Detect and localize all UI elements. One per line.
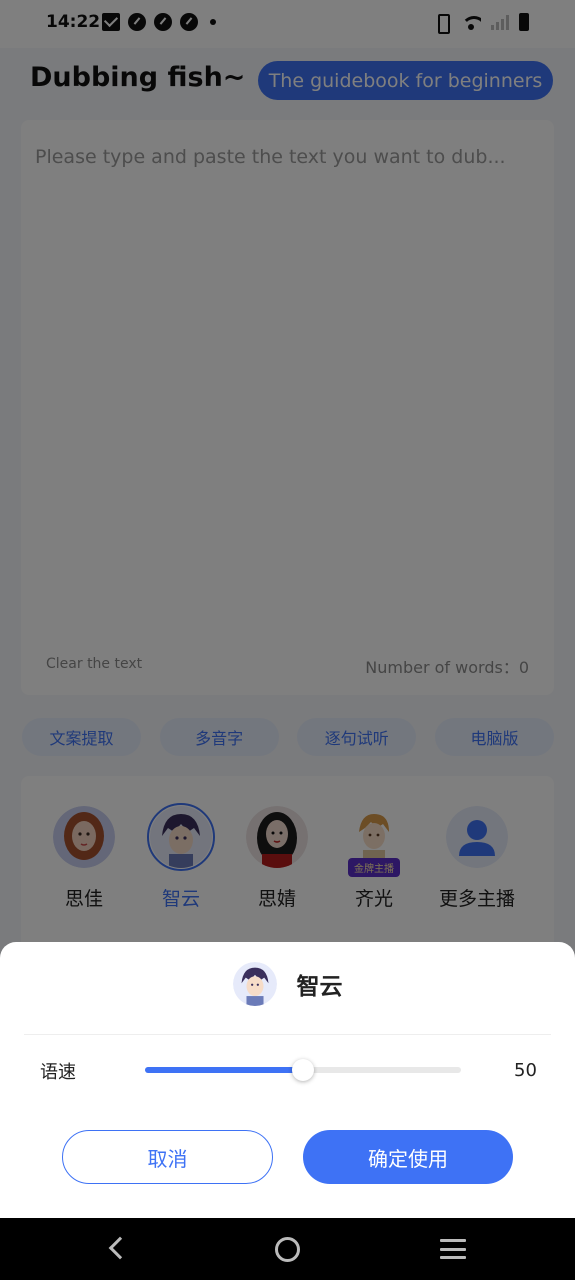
slider-thumb[interactable] xyxy=(292,1059,314,1081)
navigation-bar xyxy=(0,1218,575,1280)
speed-label: 语速 xyxy=(40,1062,76,1083)
menu-icon[interactable] xyxy=(440,1239,466,1259)
cancel-button[interactable]: 取消 xyxy=(62,1130,273,1184)
confirm-button[interactable]: 确定使用 xyxy=(303,1130,513,1184)
sheet-header: 智云 xyxy=(0,962,575,1006)
sheet-voice-name: 智云 xyxy=(296,974,343,1000)
speed-value: 50 xyxy=(514,1060,537,1081)
home-icon[interactable] xyxy=(275,1237,300,1262)
avatar xyxy=(232,962,277,1006)
speed-slider[interactable] xyxy=(145,1059,461,1081)
divider xyxy=(24,1034,551,1035)
voice-settings-sheet: 智云 语速 50 取消 确定使用 xyxy=(0,942,575,1218)
back-icon[interactable] xyxy=(108,1236,132,1260)
slider-fill xyxy=(145,1067,303,1073)
